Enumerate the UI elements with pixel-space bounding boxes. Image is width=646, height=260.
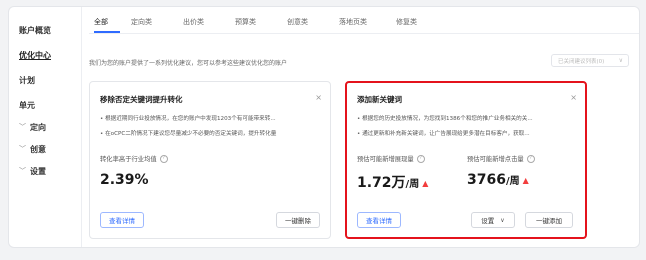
card-title: 添加新关键词 — [357, 95, 402, 104]
delete-all-button[interactable]: 一键删除 — [276, 212, 320, 228]
tab-repair[interactable]: 修复类 — [396, 17, 417, 27]
close-icon[interactable]: × — [570, 93, 577, 102]
metric-unit: /周 — [405, 179, 420, 190]
card-title: 移除否定关键词提升转化 — [100, 95, 183, 104]
metric-number: 1.72万 — [357, 175, 406, 191]
sidebar: 账户概览 优化中心 计划 单元 ﹀ 定向 ﹀ 创意 ﹀ 设置 — [9, 7, 82, 247]
dropdown-label: 已关闭建议列表(0) — [558, 58, 605, 65]
closed-suggestions-dropdown[interactable]: 已关闭建议列表(0) ∨ — [551, 54, 629, 67]
sidebar-item-label: 定向 — [30, 122, 46, 132]
suggestion-card-add-new-keywords: 添加新关键词 × • 根据您的历史投放情况，为您找到1386个和您的推广业务相关… — [345, 81, 587, 239]
sidebar-item-creative[interactable]: ﹀ 创意 — [19, 143, 46, 155]
sidebar-item-targeting[interactable]: ﹀ 定向 — [19, 121, 46, 133]
tab-creative[interactable]: 创意类 — [287, 17, 308, 27]
help-icon[interactable]: ? — [159, 155, 168, 163]
metric-value-clicks: 3766/周 ▲ — [467, 172, 529, 188]
sidebar-item-optimization-center[interactable]: 优化中心 — [19, 49, 51, 61]
metric-number: 3766 — [467, 172, 506, 188]
close-icon[interactable]: × — [315, 93, 322, 102]
card-bullet: • 在oCPC二阶情况下建议您尽量减少不必要的否定关键词，提升转化量 — [100, 131, 277, 137]
chevron-down-icon: ﹀ — [19, 123, 26, 131]
metric-label-text: 转化率高于行业均值 — [100, 156, 157, 163]
up-arrow-icon: ▲ — [422, 178, 429, 188]
optimization-center-panel: 账户概览 优化中心 计划 单元 ﹀ 定向 ﹀ 创意 ﹀ 设置 全部 定向类 出价… — [8, 6, 640, 248]
metric-label: 预估可能新增展现量? — [357, 154, 425, 163]
help-icon[interactable]: ? — [416, 155, 425, 163]
settings-dropdown-button[interactable]: 设置 ∨ — [471, 212, 515, 228]
suggestion-card-remove-negative-keywords: 移除否定关键词提升转化 × • 根据近期同行业投放情况，在您的账户中发现1203… — [89, 81, 331, 239]
metric-label-text: 预估可能新增点击量 — [467, 156, 524, 163]
tab-all[interactable]: 全部 — [94, 17, 108, 27]
active-tab-indicator — [94, 31, 120, 33]
sidebar-item-account-overview[interactable]: 账户概览 — [19, 24, 51, 36]
sidebar-item-settings[interactable]: ﹀ 设置 — [19, 165, 46, 177]
add-all-button[interactable]: 一键添加 — [525, 212, 573, 228]
chevron-down-icon: ﹀ — [19, 145, 26, 153]
sidebar-item-label: 单元 — [19, 100, 35, 110]
view-details-button[interactable]: 查看详情 — [100, 212, 144, 228]
tab-targeting[interactable]: 定向类 — [131, 17, 152, 27]
sidebar-item-label: 创意 — [30, 144, 46, 154]
metric-label: 预估可能新增点击量? — [467, 154, 535, 163]
sidebar-item-label: 账户概览 — [19, 25, 51, 35]
sidebar-item-plan[interactable]: 计划 — [19, 74, 35, 86]
settings-label: 设置 — [481, 217, 495, 225]
metric-value: 2.39% — [100, 172, 149, 188]
help-icon[interactable]: ? — [526, 155, 535, 163]
category-tabs: 全部 定向类 出价类 预算类 创意类 落地页类 修复类 — [89, 7, 639, 34]
sidebar-item-unit[interactable]: 单元 — [19, 99, 35, 111]
page-description: 我们为您的账户提供了一系列优化建议，您可以参考这些建议优化您的账户 — [89, 60, 288, 67]
sidebar-item-label: 计划 — [19, 75, 35, 85]
card-bullet: • 根据您的历史投放情况，为您找到1386个和您的推广业务相关的关... — [357, 116, 533, 122]
chevron-down-icon: ∨ — [618, 57, 623, 64]
chevron-down-icon: ﹀ — [19, 167, 26, 175]
sidebar-item-label: 优化中心 — [19, 50, 51, 60]
tab-bidding[interactable]: 出价类 — [183, 17, 204, 27]
chevron-down-icon: ∨ — [500, 216, 505, 224]
metric-value-impressions: 1.72万/周 ▲ — [357, 172, 428, 192]
tab-budget[interactable]: 预算类 — [235, 17, 256, 27]
metric-label-text: 预估可能新增展现量 — [357, 156, 414, 163]
up-arrow-icon: ▲ — [522, 175, 529, 185]
view-details-button[interactable]: 查看详情 — [357, 212, 401, 228]
card-bullet: • 通过更新和补充新关键词，让广告展现给更多潜在目标客户，获取... — [357, 131, 530, 137]
sidebar-item-label: 设置 — [30, 166, 46, 176]
card-bullet: • 根据近期同行业投放情况，在您的账户中发现1203个有可能带来转... — [100, 116, 276, 122]
metric-label: 转化率高于行业均值? — [100, 154, 168, 163]
metric-unit: /周 — [505, 176, 520, 187]
tab-landing-page[interactable]: 落地页类 — [339, 17, 367, 27]
